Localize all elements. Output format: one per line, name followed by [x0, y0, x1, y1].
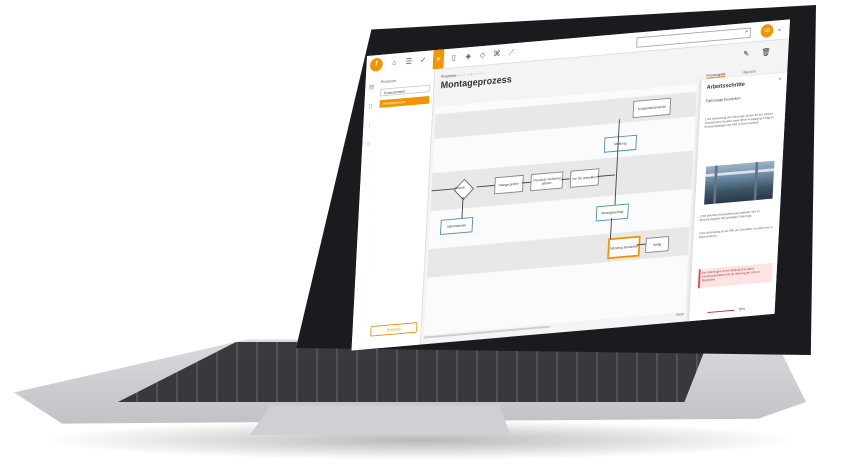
panel-subtitle: Fahrzeuge bestücken — [705, 95, 741, 104]
check-icon[interactable]: ✓ — [418, 55, 428, 65]
laptop-stage: f ⌂ ☰ ✓ ≡ ▯ ◈ ◇ ⌘ ⟋ ⌕ SB ⌄ ▤ ▯ ⋮ ☆ Proze… — [0, 0, 846, 469]
process-node-selected[interactable]: Fahrzeug bestücken — [607, 235, 641, 260]
trash-icon[interactable]: 🗑 — [761, 47, 771, 56]
layers-icon[interactable]: ◈ — [463, 52, 473, 62]
process-node[interactable]: Meldung — [603, 134, 637, 153]
app-logo[interactable]: f — [369, 57, 384, 72]
process-canvas[interactable]: Kundenbeschwerde Meldung Branch Menge pr… — [424, 84, 697, 335]
image-pillar — [753, 162, 759, 201]
step-text: 2 Die aktuellen Bestandsmengen befinden … — [699, 209, 760, 222]
app-screen: f ⌂ ☰ ✓ ≡ ▯ ◈ ◇ ⌘ ⟋ ⌕ SB ⌄ ▤ ▯ ⋮ ☆ Proze… — [351, 19, 790, 351]
shield-icon[interactable]: ◇ — [478, 50, 488, 60]
collapse-icon[interactable]: ^ — [779, 78, 782, 84]
process-node[interactable]: Informationen — [440, 217, 474, 236]
process-node[interactable]: Menge prüfen — [494, 174, 524, 195]
process-icon[interactable]: ≡ — [432, 49, 445, 70]
laptop-trackpad — [250, 405, 510, 435]
hierarchy-icon[interactable]: ⌘ — [492, 49, 502, 59]
process-node[interactable]: Montageauftrag — [595, 203, 629, 222]
rail-menu-icon[interactable]: ▤ — [368, 84, 376, 92]
sidebar-item-montageprozess[interactable]: Montageprozess — [379, 95, 430, 108]
list-icon[interactable]: ☰ — [404, 57, 414, 67]
image-pillar — [713, 165, 718, 204]
rail-star-icon[interactable]: ☆ — [365, 141, 373, 149]
chevron-down-icon[interactable]: ⌄ — [777, 25, 783, 33]
process-node[interactable]: Personal / Aufwand planen — [530, 171, 564, 192]
zoom-label: Zoom — [675, 312, 685, 317]
warehouse-image — [704, 160, 775, 205]
process-node[interactable]: vor Ort anmelden — [569, 168, 600, 188]
home-icon[interactable]: ⌂ — [390, 58, 400, 68]
search-input[interactable]: ⌕ — [636, 27, 752, 48]
document-icon[interactable]: ▯ — [449, 53, 459, 63]
user-avatar[interactable]: SB — [760, 23, 774, 38]
sidebar-header: Prozesse — [380, 78, 397, 85]
zoom-value: 80% — [738, 306, 746, 312]
edit-icon[interactable]: ✎ — [743, 49, 749, 58]
step-text: 3 Die Bestückung ist mit Hilfe der Check… — [698, 225, 773, 240]
warning-note: Bei Fahrzeugen ist die Wartung des Lager… — [697, 262, 773, 289]
chart-icon[interactable]: ⟋ — [507, 48, 517, 58]
rail-tree-icon[interactable]: ⋮ — [366, 122, 374, 130]
add-button[interactable]: Erstellen — [370, 322, 418, 337]
step-text: 1 Die Bestückung der Fahrzeuge mit den f… — [704, 111, 774, 129]
process-node[interactable]: Kundenbeschwerde — [632, 97, 672, 119]
process-node[interactable]: Anlag — [645, 235, 670, 254]
rail-document-icon[interactable]: ▯ — [367, 103, 375, 111]
tab-uebersicht[interactable]: Übersicht — [742, 70, 756, 75]
sidebar-item-prozessmodell[interactable]: Prozessmodell — [380, 84, 430, 97]
search-icon[interactable]: ⌕ — [745, 29, 748, 36]
work-steps-panel: Arbeitsschritte ^ Fahrzeuge bestücken 1 … — [688, 72, 789, 322]
panel-title: Arbeitsschritte — [706, 81, 745, 91]
